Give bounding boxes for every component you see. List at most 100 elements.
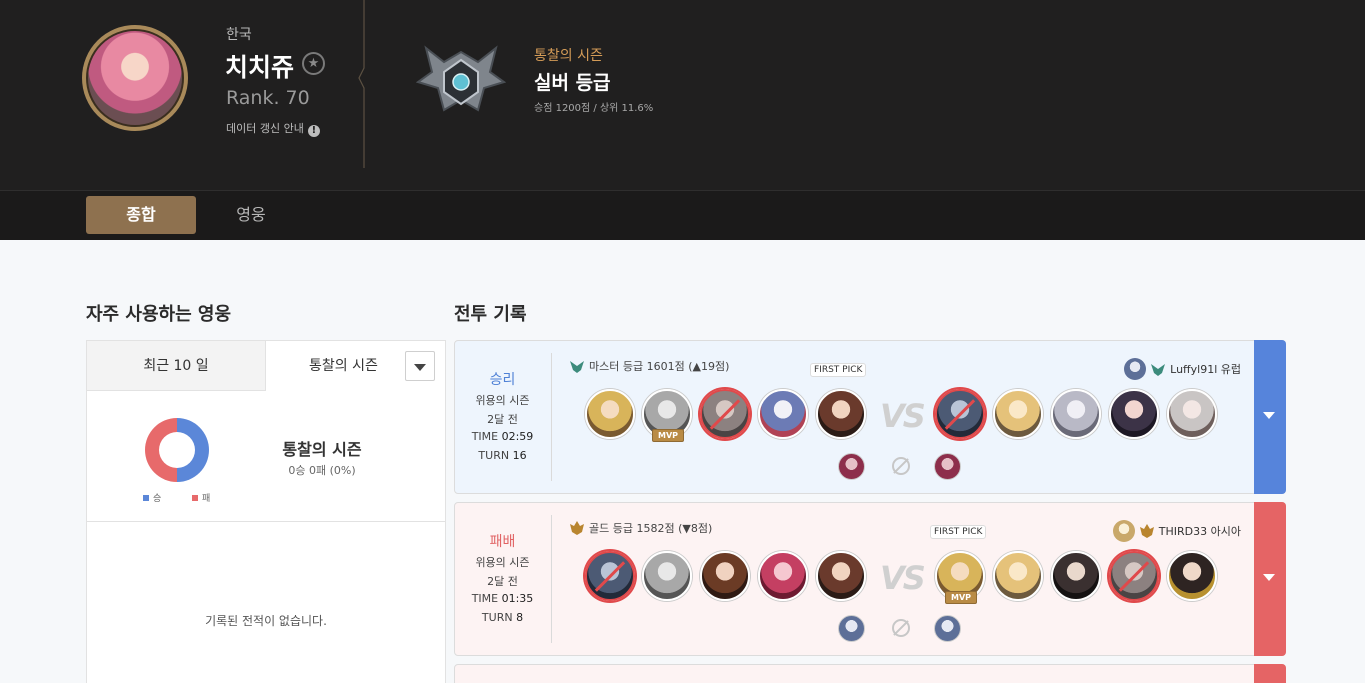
player-name: THIRD33	[1158, 525, 1208, 538]
hero-portrait[interactable]	[1051, 551, 1101, 601]
hero-portrait[interactable]	[585, 389, 635, 439]
mvp-badge: MVP	[945, 591, 977, 604]
hero-portrait[interactable]	[1167, 551, 1217, 601]
hero-portrait-banned[interactable]	[700, 389, 750, 439]
battle-time-value: 01:35	[501, 592, 534, 605]
empty-record-message: 기록된 전적이 없습니다.	[205, 614, 327, 628]
battle-season: 위용의 시즌	[475, 556, 530, 569]
frequent-heroes-panel: 최근 10 일 통찰의 시즌 승 패 통찰의 시즌 0승 0패 (0%) 기록된…	[86, 340, 446, 683]
gold-tier-icon	[1139, 524, 1154, 538]
battle-time: TIME 02:59	[455, 430, 550, 443]
hero-portrait[interactable]	[1051, 389, 1101, 439]
tab-bar	[0, 190, 1365, 240]
data-update-label: 데이터 갱신 안내	[226, 122, 304, 135]
player-region: 아시아	[1210, 525, 1241, 538]
tab-heroes[interactable]: 영웅	[226, 196, 276, 234]
win-rate-donut-chart	[145, 418, 209, 482]
expand-record-button[interactable]	[1254, 340, 1286, 494]
battle-result: 패배	[489, 534, 516, 550]
hero-portrait[interactable]	[758, 389, 808, 439]
master-tier-icon	[1151, 364, 1166, 376]
hero-portrait[interactable]	[816, 389, 866, 439]
opponent-point-delta: 19점)	[700, 360, 730, 373]
profile-region: 한국	[226, 27, 252, 43]
battle-result: 승리	[489, 372, 516, 388]
battle-turn-value: 8	[516, 611, 524, 624]
ban-hero-portrait[interactable]	[934, 615, 961, 642]
expand-record-button[interactable]	[1254, 502, 1286, 656]
panel-divider	[87, 521, 445, 522]
profile-rank: Rank. 70	[226, 87, 310, 109]
player-tag[interactable]: Luffyl91l 유럽	[1124, 358, 1241, 380]
hero-portrait[interactable]	[700, 551, 750, 601]
battle-records-title: 전투 기록	[454, 304, 527, 325]
battle-season: 위용의 시즌	[475, 394, 530, 407]
hero-portrait-banned[interactable]	[1109, 551, 1159, 601]
no-ban-icon	[892, 457, 910, 475]
battle-turn-value: 16	[512, 449, 527, 462]
legend-win-label: 승	[153, 494, 162, 504]
battle-time-label: TIME	[471, 592, 499, 605]
hero-portrait[interactable]	[993, 551, 1043, 601]
hero-portrait[interactable]	[642, 551, 692, 601]
season-dropdown-button[interactable]	[405, 351, 435, 381]
hero-portrait[interactable]: MVP	[642, 389, 692, 442]
no-ban-icon	[892, 619, 910, 637]
player-name: Luffyl91l	[1170, 363, 1218, 376]
battle-time-label: TIME	[471, 430, 499, 443]
player-avatar	[1112, 520, 1135, 542]
battle-ago: 2달 전	[487, 413, 518, 426]
player-tag[interactable]: THIRD33 아시아	[1112, 520, 1241, 542]
silver-tier-emblem-icon	[416, 45, 506, 112]
battle-ago: 2달 전	[487, 575, 518, 588]
gold-tier-icon	[570, 521, 584, 535]
header-divider	[358, 0, 365, 168]
battle-time: TIME 01:35	[455, 592, 550, 605]
hero-portrait-banned[interactable]	[935, 389, 985, 439]
vs-label: VS	[880, 559, 926, 597]
expand-record-button[interactable]	[1254, 664, 1286, 683]
tab-recent-10-days[interactable]: 최근 10 일	[87, 341, 266, 391]
ban-hero-portrait[interactable]	[934, 453, 961, 480]
player-region: 유럽	[1220, 363, 1241, 376]
battle-time-value: 02:59	[501, 430, 534, 443]
hero-portrait[interactable]: MVP	[935, 551, 985, 604]
hero-portrait[interactable]	[993, 389, 1043, 439]
card-divider	[551, 353, 552, 481]
hero-portrait-banned[interactable]	[585, 551, 635, 601]
hero-portrait[interactable]	[758, 551, 808, 601]
battle-turn: TURN 16	[455, 449, 550, 462]
info-icon: !	[307, 125, 320, 137]
battle-record-card[interactable]: 패배 위용의 시즌 2달 전 TIME 01:35 TURN 8 골드 등급 1…	[454, 502, 1286, 656]
battle-record-card[interactable]: 승리 위용의 시즌 2달 전 TIME 02:59 TURN 16 마스터 등급…	[454, 340, 1286, 494]
opponent-tier-text: 마스터 등급 1601점 (	[589, 360, 693, 373]
tier-name: 실버 등급	[534, 72, 611, 94]
first-pick-badge: FIRST PICK	[930, 525, 987, 539]
hero-portrait[interactable]	[1109, 389, 1159, 439]
hero-portrait[interactable]	[816, 551, 866, 601]
favorite-star-icon[interactable]: ★	[302, 52, 325, 75]
hero-portrait[interactable]	[1167, 389, 1217, 439]
profile-avatar	[82, 25, 188, 131]
master-tier-icon	[570, 361, 584, 373]
ban-hero-portrait[interactable]	[838, 615, 865, 642]
opponent-tier-text: 골드 등급 1582점 (	[589, 522, 683, 535]
battle-turn-label: TURN	[481, 611, 513, 624]
opponent-tier: 골드 등급 1582점 (▼8점)	[569, 520, 712, 536]
mvp-badge: MVP	[652, 429, 684, 442]
frequent-heroes-title: 자주 사용하는 영웅	[86, 304, 232, 325]
point-down-icon: ▼	[682, 522, 691, 535]
tier-detail: 승점 1200점 / 상위 11.6%	[534, 103, 654, 114]
point-up-icon: ▲	[692, 360, 701, 373]
first-pick-badge: FIRST PICK	[810, 363, 867, 377]
season-label: 통찰의 시즌	[534, 48, 603, 64]
data-update-notice[interactable]: 데이터 갱신 안내!	[226, 120, 320, 137]
ban-hero-portrait[interactable]	[838, 453, 865, 480]
tab-overview[interactable]: 종합	[86, 196, 196, 234]
battle-turn-label: TURN	[478, 449, 510, 462]
battle-record-card[interactable]	[454, 664, 1286, 683]
opponent-point-delta: 8점)	[690, 522, 713, 535]
opponent-tier: 마스터 등급 1601점 (▲19점)	[569, 358, 729, 374]
vs-label: VS	[880, 397, 926, 435]
profile-name: 치치쥬	[225, 53, 295, 82]
